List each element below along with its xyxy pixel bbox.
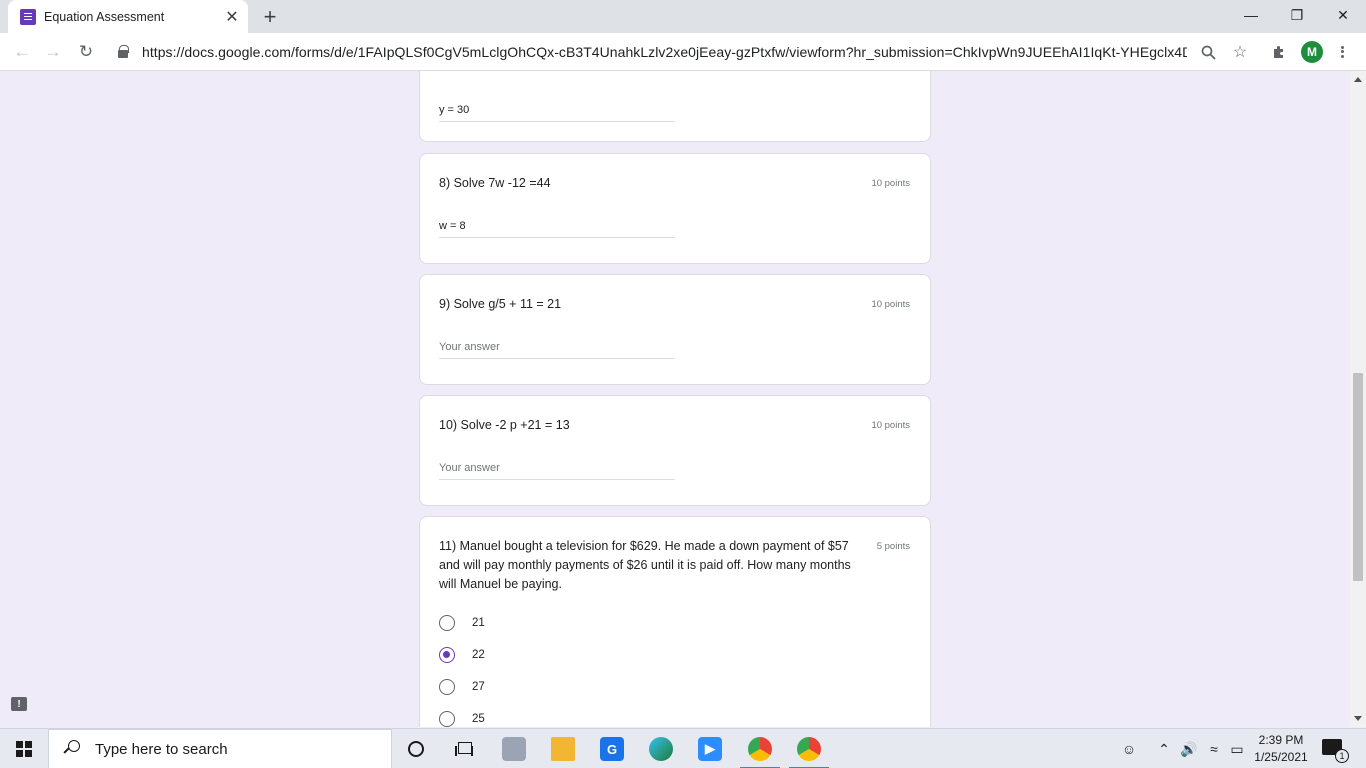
windows-logo-icon — [16, 741, 32, 757]
forms-favicon-icon — [20, 8, 36, 25]
form-page: y = 30 8) Solve 7w -12 =44 10 points w =… — [0, 71, 1350, 727]
tab-close-icon[interactable]: ✕ — [222, 7, 242, 27]
tab-strip: Equation Assessment ✕ + — ❐ ✕ — [0, 0, 1366, 33]
chevron-up-icon[interactable]: ⌃ — [1152, 729, 1176, 768]
battery-icon[interactable]: ▭ — [1225, 729, 1249, 768]
chrome-icon-2[interactable] — [785, 729, 833, 768]
windows-taskbar: Type here to search G ▶ ☺ ⌃ 🔊 ≈ ▭ 2:39 P… — [0, 728, 1366, 768]
notification-count-badge: 1 — [1335, 749, 1349, 763]
clock-date: 1/25/2021 — [1254, 750, 1308, 764]
question-title-10: 10) Solve -2 p +21 = 13 — [439, 418, 570, 432]
file-explorer-icon[interactable] — [539, 729, 587, 768]
volume-icon[interactable]: 🔊 — [1177, 729, 1201, 768]
option-label: 22 — [472, 649, 485, 661]
url-host: https://docs.google.com — [142, 44, 292, 60]
question-card-7: y = 30 — [419, 71, 931, 142]
url-path: /forms/d/e/1FAIpQLSf0CgV5mLclgOhCQx-cB3T… — [291, 44, 1187, 60]
question-title-11-line1: 11) Manuel bought a television for $629.… — [439, 539, 849, 553]
search-placeholder: Type here to search — [95, 740, 228, 758]
taskbar-clock[interactable]: 2:39 PM 1/25/2021 — [1250, 732, 1312, 766]
app-icon[interactable] — [490, 729, 538, 768]
clock-time: 2:39 PM — [1258, 733, 1304, 747]
lock-icon[interactable] — [118, 45, 129, 58]
question-title-11-line2: and will pay monthly payments of $26 unt… — [439, 558, 851, 572]
option-22[interactable]: 22 — [439, 645, 485, 665]
maximize-button[interactable]: ❐ — [1274, 0, 1320, 30]
address-bar[interactable]: https://docs.google.com/forms/d/e/1FAIpQ… — [142, 44, 1187, 60]
question-title-9: 9) Solve g/5 + 11 = 21 — [439, 297, 562, 311]
back-icon[interactable]: ← — [9, 39, 35, 65]
question-card-11: 11) Manuel bought a television for $629.… — [419, 516, 931, 727]
answer-input-8[interactable]: w = 8 — [439, 214, 675, 238]
question-title-11-line3: will Manuel be paying. — [439, 577, 562, 591]
points-label-11: 5 points — [876, 541, 910, 552]
option-27[interactable]: 27 — [439, 677, 485, 697]
answer-input-7[interactable]: y = 30 — [439, 98, 675, 122]
radio-button[interactable] — [439, 615, 455, 631]
page-scrollbar[interactable] — [1350, 71, 1366, 727]
search-icon — [63, 740, 81, 758]
wifi-icon[interactable]: ≈ — [1202, 729, 1226, 768]
zoom-icon[interactable] — [1197, 41, 1219, 63]
points-label-10: 10 points — [871, 420, 910, 431]
points-label-8: 10 points — [871, 178, 910, 189]
question-card-8: 8) Solve 7w -12 =44 10 points w = 8 — [419, 153, 931, 264]
taskbar-search[interactable]: Type here to search — [48, 729, 392, 768]
menu-icon[interactable] — [1337, 40, 1347, 64]
google-icon[interactable]: G — [588, 729, 636, 768]
option-label: 27 — [472, 681, 485, 693]
scroll-up-arrow-icon[interactable] — [1354, 77, 1362, 82]
profile-avatar[interactable]: M — [1301, 41, 1323, 63]
tab-title: Equation Assessment — [44, 9, 165, 24]
minimize-button[interactable]: — — [1228, 0, 1274, 30]
scroll-thumb[interactable] — [1353, 373, 1363, 581]
extensions-icon[interactable] — [1268, 41, 1290, 63]
task-view-icon[interactable] — [440, 729, 488, 768]
points-label-9: 10 points — [871, 299, 910, 310]
answer-input-10[interactable]: Your answer — [439, 456, 675, 480]
option-label: 21 — [472, 617, 485, 629]
edge-icon[interactable] — [637, 729, 685, 768]
radio-button[interactable] — [439, 679, 455, 695]
browser-toolbar: ← → ↻ https://docs.google.com/forms/d/e/… — [0, 33, 1366, 71]
radio-button-selected[interactable] — [439, 647, 455, 663]
feedback-icon[interactable]: ! — [11, 697, 27, 711]
start-button[interactable] — [0, 729, 48, 768]
reload-icon[interactable]: ↻ — [73, 39, 99, 65]
option-25[interactable]: 25 — [439, 709, 485, 727]
scroll-down-arrow-icon[interactable] — [1354, 716, 1362, 721]
option-21[interactable]: 21 — [439, 613, 485, 633]
radio-button[interactable] — [439, 711, 455, 727]
forward-icon[interactable]: → — [40, 39, 66, 65]
question-card-9: 9) Solve g/5 + 11 = 21 10 points Your an… — [419, 274, 931, 385]
new-tab-button[interactable]: + — [258, 5, 282, 29]
browser-tab[interactable]: Equation Assessment ✕ — [8, 0, 248, 33]
star-icon[interactable]: ☆ — [1229, 41, 1251, 63]
chrome-icon[interactable] — [736, 729, 784, 768]
close-window-button[interactable]: ✕ — [1320, 0, 1366, 30]
cortana-icon[interactable] — [392, 729, 440, 768]
answer-input-9[interactable]: Your answer — [439, 335, 675, 359]
question-card-10: 10) Solve -2 p +21 = 13 10 points Your a… — [419, 395, 931, 506]
zoom-app-icon[interactable]: ▶ — [686, 729, 734, 768]
question-title-11: 11) Manuel bought a television for $629.… — [439, 537, 851, 594]
option-label: 25 — [472, 713, 485, 725]
people-icon[interactable]: ☺ — [1117, 729, 1141, 768]
question-title-8: 8) Solve 7w -12 =44 — [439, 176, 551, 190]
